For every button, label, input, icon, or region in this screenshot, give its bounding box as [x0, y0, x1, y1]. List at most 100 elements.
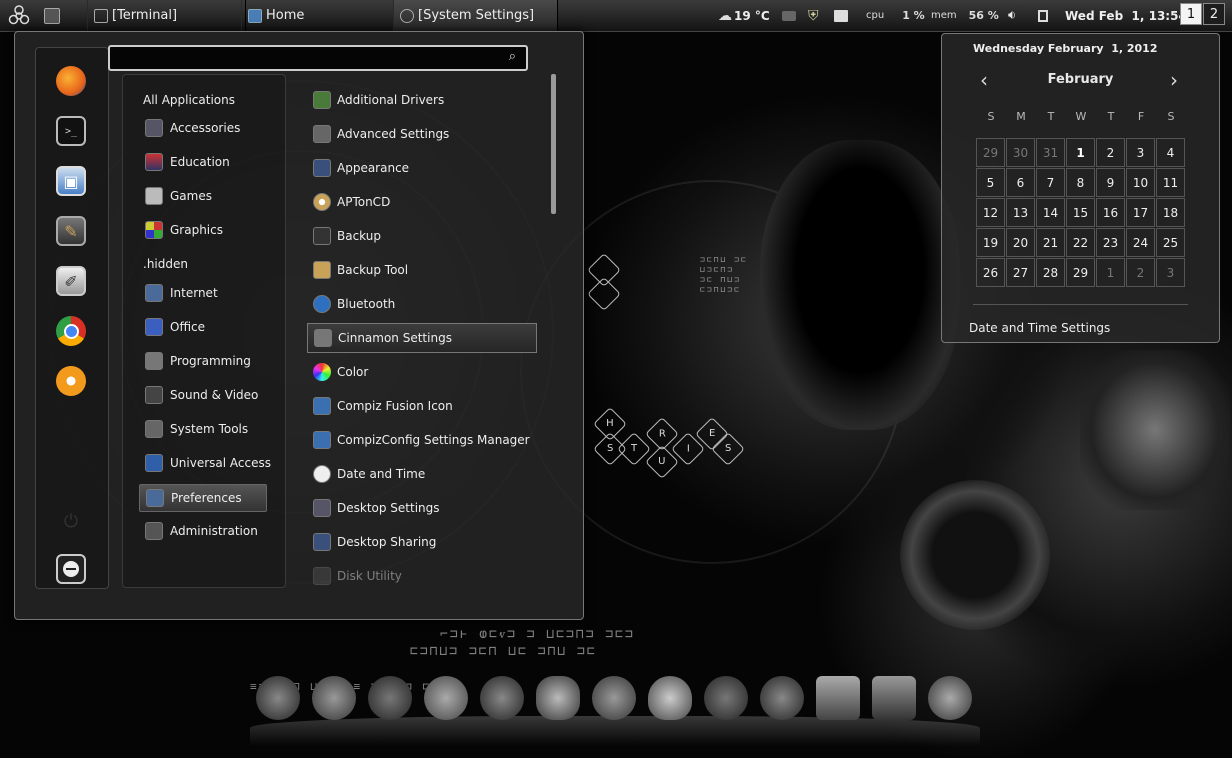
- calendar-day[interactable]: 31: [1036, 138, 1065, 167]
- dock-item-2[interactable]: [312, 676, 356, 720]
- calendar-day[interactable]: 3: [1126, 138, 1155, 167]
- tray-places[interactable]: [834, 0, 848, 31]
- dock-item-5[interactable]: [480, 676, 524, 720]
- app-date-and-time[interactable]: Date and Time: [307, 459, 535, 489]
- scrollbar-thumb[interactable]: [551, 74, 556, 214]
- favorite-chrome[interactable]: [56, 316, 86, 346]
- calendar-day[interactable]: 23: [1096, 228, 1125, 257]
- category-internet[interactable]: Internet: [139, 280, 279, 306]
- calendar-day[interactable]: 12: [976, 198, 1005, 227]
- favorite-terminal[interactable]: >_: [56, 116, 86, 146]
- dock-item-6[interactable]: [536, 676, 580, 720]
- calendar-day[interactable]: 17: [1126, 198, 1155, 227]
- favorite-text-editor[interactable]: ✐: [56, 266, 86, 296]
- calendar-day[interactable]: 6: [1006, 168, 1035, 197]
- volume-applet[interactable]: 🔉︎: [1008, 0, 1016, 31]
- calendar-day[interactable]: 1: [1066, 138, 1095, 167]
- dock-item-13[interactable]: [928, 676, 972, 720]
- tray-shield[interactable]: ⛨: [808, 0, 819, 31]
- app-color[interactable]: Color: [307, 357, 535, 387]
- category-games[interactable]: Games: [139, 183, 279, 209]
- calendar-day[interactable]: 20: [1006, 228, 1035, 257]
- favorite-file-manager[interactable]: ▣: [56, 166, 86, 196]
- calendar-day[interactable]: 9: [1096, 168, 1125, 197]
- search-icon[interactable]: ⌕: [509, 49, 516, 64]
- calendar-day[interactable]: 26: [976, 258, 1005, 287]
- calendar-day[interactable]: 18: [1156, 198, 1185, 227]
- calendar-day[interactable]: 15: [1066, 198, 1095, 227]
- clock-applet[interactable]: Wed Feb 1, 13:54: [1065, 0, 1187, 31]
- calendar-day[interactable]: 2: [1126, 258, 1155, 287]
- category-graphics[interactable]: Graphics: [139, 217, 279, 243]
- category-hidden[interactable]: .hidden: [143, 251, 283, 277]
- menu-button[interactable]: [6, 0, 32, 31]
- app-backup[interactable]: Backup: [307, 221, 535, 251]
- calendar-day[interactable]: 5: [976, 168, 1005, 197]
- calendar-day[interactable]: 30: [1006, 138, 1035, 167]
- category-universal-access[interactable]: Universal Access: [139, 450, 279, 476]
- app-advanced-settings[interactable]: Advanced Settings: [307, 119, 535, 149]
- power-button[interactable]: ⏻: [56, 506, 86, 536]
- date-time-settings-link[interactable]: Date and Time Settings: [969, 321, 1110, 335]
- favorite-logout[interactable]: [56, 554, 86, 584]
- calendar-day[interactable]: 14: [1036, 198, 1065, 227]
- calendar-day[interactable]: 4: [1156, 138, 1185, 167]
- dock-item-4[interactable]: [424, 676, 468, 720]
- dock-item-8[interactable]: [648, 676, 692, 720]
- category-system-tools[interactable]: System Tools: [139, 416, 279, 442]
- favorite-firefox[interactable]: [56, 66, 86, 96]
- tray-folder[interactable]: [782, 0, 796, 31]
- search-box[interactable]: ⌕: [108, 45, 528, 71]
- workspace-1[interactable]: 1: [1180, 3, 1202, 25]
- app-disk-utility[interactable]: Disk Utility: [307, 561, 535, 591]
- calendar-day[interactable]: 2: [1096, 138, 1125, 167]
- app-aptoncd[interactable]: APTonCD: [307, 187, 535, 217]
- calendar-day[interactable]: 28: [1036, 258, 1065, 287]
- calendar-day[interactable]: 27: [1006, 258, 1035, 287]
- calendar-day[interactable]: 8: [1066, 168, 1095, 197]
- calendar-day[interactable]: 21: [1036, 228, 1065, 257]
- taskbar-item-terminal[interactable]: [Terminal]: [87, 0, 246, 31]
- calendar-day[interactable]: 25: [1156, 228, 1185, 257]
- favorite-gimp[interactable]: ✎: [56, 216, 86, 246]
- app-cinnamon-settings[interactable]: Cinnamon Settings: [307, 323, 537, 353]
- favorite-cd-burner[interactable]: [56, 366, 86, 396]
- category-all-applications[interactable]: All Applications: [143, 87, 283, 113]
- calendar-day[interactable]: 19: [976, 228, 1005, 257]
- dock-item-7[interactable]: [592, 676, 636, 720]
- app-desktop-sharing[interactable]: Desktop Sharing: [307, 527, 535, 557]
- calendar-day[interactable]: 29: [1066, 258, 1095, 287]
- category-office[interactable]: Office: [139, 314, 279, 340]
- category-preferences[interactable]: Preferences: [139, 484, 267, 512]
- weather-applet[interactable]: ☁ 19 °C: [718, 0, 770, 31]
- calendar-day[interactable]: 16: [1096, 198, 1125, 227]
- search-input[interactable]: [110, 47, 516, 71]
- taskbar-item-system-settings[interactable]: [System Settings]: [393, 0, 558, 31]
- dock-item-1[interactable]: [256, 676, 300, 720]
- calendar-day[interactable]: 1: [1096, 258, 1125, 287]
- app-compizconfig-settings-manager[interactable]: CompizConfig Settings Manager: [307, 425, 535, 455]
- show-desktop-button[interactable]: [44, 0, 68, 31]
- apps-scrollbar[interactable]: [549, 74, 559, 586]
- category-accessories[interactable]: Accessories: [139, 115, 279, 141]
- workspace-2[interactable]: 2: [1203, 3, 1225, 25]
- dock-item-10[interactable]: [760, 676, 804, 720]
- calendar-day[interactable]: 7: [1036, 168, 1065, 197]
- app-backup-tool[interactable]: Backup Tool: [307, 255, 535, 285]
- calendar-day[interactable]: 24: [1126, 228, 1155, 257]
- calendar-day[interactable]: 22: [1066, 228, 1095, 257]
- app-additional-drivers[interactable]: Additional Drivers: [307, 85, 535, 115]
- calendar-day[interactable]: 13: [1006, 198, 1035, 227]
- app-appearance[interactable]: Appearance: [307, 153, 535, 183]
- calendar-day[interactable]: 29: [976, 138, 1005, 167]
- dock-item-11[interactable]: [816, 676, 860, 720]
- dock-item-9[interactable]: [704, 676, 748, 720]
- category-programming[interactable]: Programming: [139, 348, 279, 374]
- category-administration[interactable]: Administration: [139, 518, 279, 544]
- calendar-day[interactable]: 10: [1126, 168, 1155, 197]
- app-bluetooth[interactable]: Bluetooth: [307, 289, 535, 319]
- calendar-day[interactable]: 11: [1156, 168, 1185, 197]
- category-sound-video[interactable]: Sound & Video: [139, 382, 279, 408]
- dock-item-3[interactable]: [368, 676, 412, 720]
- network-applet[interactable]: [1038, 0, 1048, 31]
